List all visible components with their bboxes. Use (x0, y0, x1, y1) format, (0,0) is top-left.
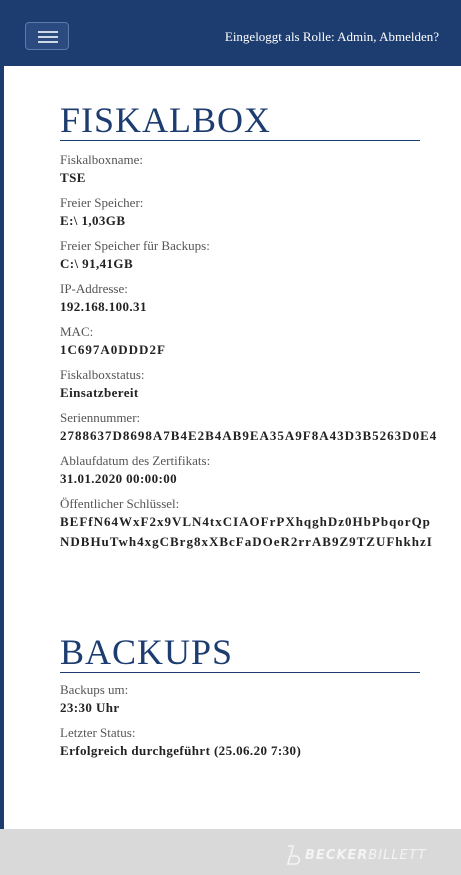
logo-text-billett: BILLETT (368, 847, 427, 863)
field-serial-number: Seriennummer: 2788637D8698A7B4E2B4AB9EA3… (60, 409, 461, 446)
logout-link[interactable]: Abmelden? (379, 29, 439, 44)
field-value: 1C697A0DDD2F (60, 342, 166, 357)
field-free-storage: Freier Speicher: E:\ 1,03GB (60, 194, 461, 231)
field-certificate-expiry: Ablaufdatum des Zertifikats: 31.01.2020 … (60, 452, 461, 489)
footer: BECKER BILLETT (0, 829, 461, 875)
field-label: IP-Addresse: (60, 281, 128, 296)
field-label: Fiskalboxstatus: (60, 367, 145, 382)
logo-text-becker: BECKER (305, 847, 369, 863)
field-label: Freier Speicher: (60, 195, 144, 210)
field-value: 23:30 Uhr (60, 700, 120, 715)
hamburger-icon[interactable] (25, 22, 69, 50)
field-value: Erfolgreich durchgeführt (25.06.20 7:30) (60, 743, 302, 758)
login-status: Eingeloggt als Rolle: Admin, Abmelden? (225, 29, 439, 45)
field-backup-time: Backups um: 23:30 Uhr (60, 681, 461, 718)
top-navbar: Eingeloggt als Rolle: Admin, Abmelden? (0, 0, 461, 66)
field-ip-address: IP-Addresse: 192.168.100.31 (60, 280, 461, 317)
section-title-fiskalbox: FISKALBOX (60, 100, 420, 141)
login-status-text: Eingeloggt als Rolle: Admin, (224, 29, 380, 44)
field-value: BEFfN64WxF2x9VLN4txCIAOFrPXhqghDz0HbPbqo… (60, 514, 431, 529)
field-label: Fiskalboxname: (60, 152, 144, 167)
field-fiskalboxname: Fiskalboxname: TSE (60, 151, 461, 188)
field-label: Freier Speicher für Backups: (60, 238, 210, 253)
field-value: 192.168.100.31 (60, 299, 147, 314)
field-free-backup-storage: Freier Speicher für Backups: C:\ 91,41GB (60, 237, 461, 274)
field-label: Backups um: (60, 682, 129, 697)
field-public-key: Öffentlicher Schlüssel: BEFfN64WxF2x9VLN… (60, 495, 461, 552)
becker-billett-logo: BECKER BILLETT (285, 843, 427, 867)
field-value: 31.01.2020 00:00:00 (60, 471, 178, 486)
field-value: TSE (60, 170, 86, 185)
field-last-status: Letzter Status: Erfolgreich durchgeführt… (60, 724, 461, 761)
field-value: 2788637D8698A7B4E2B4AB9EA35A9F8A43D3B526… (60, 428, 438, 443)
left-accent-bar (0, 0, 4, 875)
field-label: Seriennummer: (60, 410, 141, 425)
field-label: Letzter Status: (60, 725, 136, 740)
logo-b-icon (287, 845, 301, 865)
field-label: MAC: (60, 324, 94, 339)
field-value: Einsatzbereit (60, 385, 139, 400)
field-mac: MAC: 1C697A0DDD2F (60, 323, 461, 360)
field-label: Öffentlicher Schlüssel: (60, 496, 180, 511)
field-value-line2: NDBHuTwh4xgCBrg8xXBcFaDOeR2rrAB9Z9TZUFhk… (60, 534, 433, 549)
main-content: FISKALBOX Fiskalboxname: TSE Freier Spei… (60, 66, 461, 829)
section-title-backups: BACKUPS (60, 632, 420, 673)
field-status: Fiskalboxstatus: Einsatzbereit (60, 366, 461, 403)
field-value: C:\ 91,41GB (60, 256, 134, 271)
field-label: Ablaufdatum des Zertifikats: (60, 453, 211, 468)
field-value: E:\ 1,03GB (60, 213, 126, 228)
